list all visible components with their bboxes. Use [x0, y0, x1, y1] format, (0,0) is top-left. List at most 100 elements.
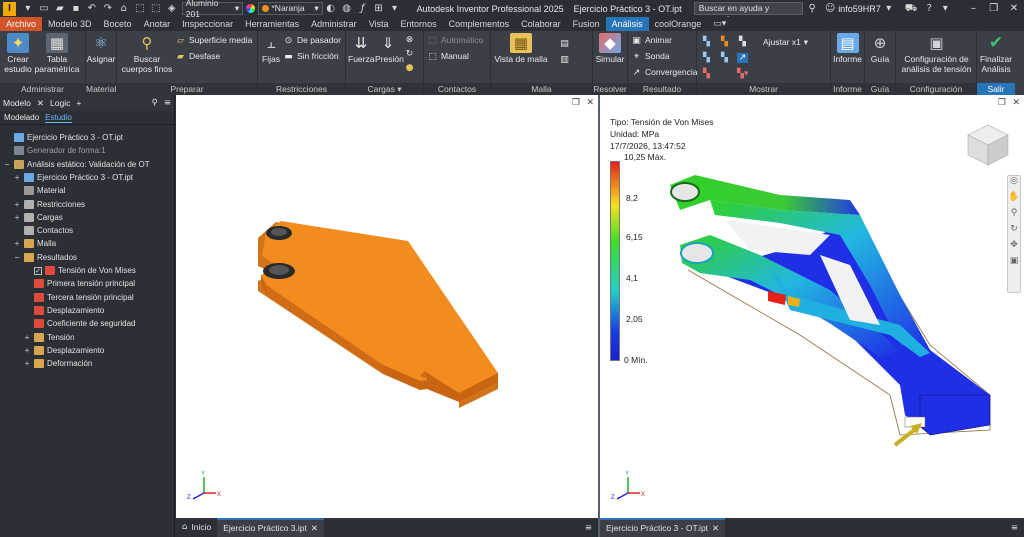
tree-item[interactable]: Desplazamiento: [23, 305, 104, 316]
viewport-model[interactable]: ❐ ✕ Y X Z: [176, 95, 598, 518]
home-icon[interactable]: ⌂: [118, 3, 130, 15]
simular-button[interactable]: ◆ Simular: [593, 33, 627, 64]
minimize-icon[interactable]: –: [963, 3, 983, 14]
tab-modelo-3d[interactable]: Modelo 3D: [42, 17, 98, 31]
ajustar-combo[interactable]: Ajustar x1 ▾: [763, 37, 808, 48]
animar-button[interactable]: ▣ Animar: [631, 35, 672, 46]
boundary-icon[interactable]: ▚: [737, 37, 748, 47]
sonda-button[interactable]: ⌖ Sonda: [631, 51, 670, 62]
browser-tab-logic[interactable]: Logic: [50, 98, 70, 108]
tree-expander-icon[interactable]: +: [13, 238, 21, 249]
tab-document-right[interactable]: Ejercicio Práctico 3 - OT.ipt ✕: [600, 518, 726, 537]
viewport-stress-result[interactable]: ❐ ✕ Tipo: Tensión de Von Mises Unidad: M…: [600, 95, 1024, 518]
tree-item[interactable]: Coeficiente de seguridad: [23, 318, 136, 329]
open-folder-icon[interactable]: ▰: [54, 3, 66, 15]
tree-item[interactable]: + Cargas: [13, 212, 63, 223]
tree-item[interactable]: − Análisis estático: Validación de OT: [3, 159, 150, 170]
tree-expander-icon[interactable]: −: [3, 159, 11, 170]
color-bar-icon[interactable]: ▚: [719, 37, 730, 47]
tree-item[interactable]: + Malla: [13, 238, 56, 249]
informe-button[interactable]: ▤ Informe: [831, 33, 864, 64]
appearance-combo[interactable]: *Naranja ▾: [257, 2, 323, 15]
help-search-input[interactable]: Buscar en ayuda y comandos...: [693, 2, 804, 24]
tab-administrar[interactable]: Administrar: [305, 17, 363, 31]
crear-estudio-button[interactable]: ✦ Crear estudio: [2, 33, 34, 74]
fuerza-button[interactable]: ⇊ Fuerza: [348, 33, 374, 64]
document-tabs-menu-icon[interactable]: ≡: [1005, 523, 1024, 533]
bearing-load-icon[interactable]: ⊗: [404, 35, 415, 45]
steering-wheel-icon[interactable]: ◎: [1008, 176, 1020, 192]
subtab-estudio[interactable]: Estudio: [45, 113, 72, 123]
user-icon[interactable]: ☺: [824, 3, 836, 15]
guia-button[interactable]: ⊕ Guía: [865, 33, 895, 64]
save-icon[interactable]: ▪: [70, 3, 82, 15]
tree-item[interactable]: Material: [13, 185, 65, 196]
ribbon-display-options-icon[interactable]: ▭▾: [707, 17, 732, 31]
material-combo[interactable]: Aluminio 201 ▾: [181, 0, 244, 19]
convergencia-button[interactable]: ↗ Convergencia: [631, 67, 698, 78]
vista-de-malla-button[interactable]: ▦ Vista de malla: [493, 33, 549, 64]
update-icon[interactable]: ⬚: [134, 3, 146, 15]
help-icon[interactable]: ?: [923, 3, 935, 15]
tree-item[interactable]: − Resultados: [13, 252, 77, 263]
tab-entornos[interactable]: Entornos: [395, 17, 443, 31]
view-face-icon[interactable]: ▣: [1008, 256, 1020, 272]
tree-expander-icon[interactable]: −: [13, 252, 21, 263]
buscar-cuerpos-finos-button[interactable]: ⚲ Buscar cuerpos finos: [119, 33, 175, 74]
sin-friccion-button[interactable]: ▬ Sin fricción: [283, 51, 338, 62]
orbit-icon[interactable]: ↻: [1008, 224, 1020, 240]
close-icon[interactable]: ✕: [712, 520, 719, 537]
fijas-button[interactable]: ⫠ Fijas: [260, 33, 282, 64]
visibility-checkbox[interactable]: ✓: [34, 266, 42, 275]
deformation-icon[interactable]: ↗: [737, 53, 748, 63]
redo-icon[interactable]: ↷: [102, 3, 114, 15]
automatico-button[interactable]: ⬚ Automático: [427, 35, 483, 46]
hamburger-menu-icon[interactable]: ≡: [164, 98, 171, 108]
tree-item[interactable]: ✓ Tensión de Von Mises: [23, 265, 136, 276]
subtab-modelado[interactable]: Modelado: [4, 113, 39, 122]
function-icon[interactable]: ƒ: [357, 3, 369, 15]
tab-inspeccionar[interactable]: Inspeccionar: [176, 17, 239, 31]
undo-icon[interactable]: ↶: [86, 3, 98, 15]
browser-tab-modelo[interactable]: Modelo: [3, 98, 31, 108]
tree-expander-icon[interactable]: +: [23, 332, 31, 343]
tab-colaborar[interactable]: Colaborar: [515, 17, 567, 31]
tab-analisis[interactable]: Análisis: [605, 17, 649, 31]
tree-item[interactable]: Primera tensión principal: [23, 278, 135, 289]
tab-boceto[interactable]: Boceto: [98, 17, 138, 31]
tree-item[interactable]: Generador de forma:1: [3, 145, 106, 156]
tree-item[interactable]: Ejercicio Práctico 3 - OT.ipt: [3, 132, 123, 143]
moment-icon[interactable]: ↻: [404, 49, 415, 59]
tree-item[interactable]: Tercera tensión principal: [23, 292, 134, 303]
tab-document-left[interactable]: Ejercicio Práctico 3.ipt ✕: [217, 518, 324, 537]
tree-expander-icon[interactable]: +: [23, 345, 31, 356]
close-icon[interactable]: ✕: [1004, 3, 1024, 14]
tab-herramientas[interactable]: Herramientas: [239, 17, 305, 31]
menu-icon[interactable]: ▾: [22, 3, 34, 15]
tab-fusion[interactable]: Fusion: [567, 17, 606, 31]
appearance-icon[interactable]: ◈: [166, 3, 178, 15]
mesh-settings-icon[interactable]: ▤: [559, 39, 570, 49]
desfase-button[interactable]: ▰ Desfase: [175, 51, 220, 62]
tree-item[interactable]: + Desplazamiento: [23, 345, 104, 356]
tab-inicio[interactable]: ⌂ Inicio: [176, 518, 217, 537]
pan-icon[interactable]: ✋: [1008, 192, 1020, 208]
tree-item[interactable]: Contactos: [13, 225, 73, 236]
params-icon[interactable]: ⊞: [373, 3, 385, 15]
look-at-icon[interactable]: ✥: [1008, 240, 1020, 256]
tree-item[interactable]: + Deformación: [23, 358, 92, 369]
superficie-media-button[interactable]: ▱ Superficie media: [175, 35, 252, 46]
inventor-logo-icon[interactable]: I: [3, 1, 16, 16]
tree-expander-icon[interactable]: +: [13, 172, 21, 183]
add-tab-icon[interactable]: +: [76, 98, 81, 108]
viewport-divider[interactable]: [598, 95, 600, 537]
close-icon[interactable]: ✕: [311, 520, 318, 537]
tree-item[interactable]: + Tensión: [23, 332, 75, 343]
asignar-button[interactable]: ⚛ Asignar: [86, 33, 116, 64]
configuracion-analisis-button[interactable]: ▣ Configuración de análisis de tensión: [897, 33, 976, 74]
user-menu-chevron-icon[interactable]: ▾: [883, 3, 895, 15]
quick-access-more-icon[interactable]: ▾: [389, 3, 401, 15]
adjust-icon[interactable]: ◍: [341, 3, 353, 15]
clear-appearance-icon[interactable]: ◐: [325, 3, 337, 15]
new-file-icon[interactable]: ▭: [38, 3, 50, 15]
